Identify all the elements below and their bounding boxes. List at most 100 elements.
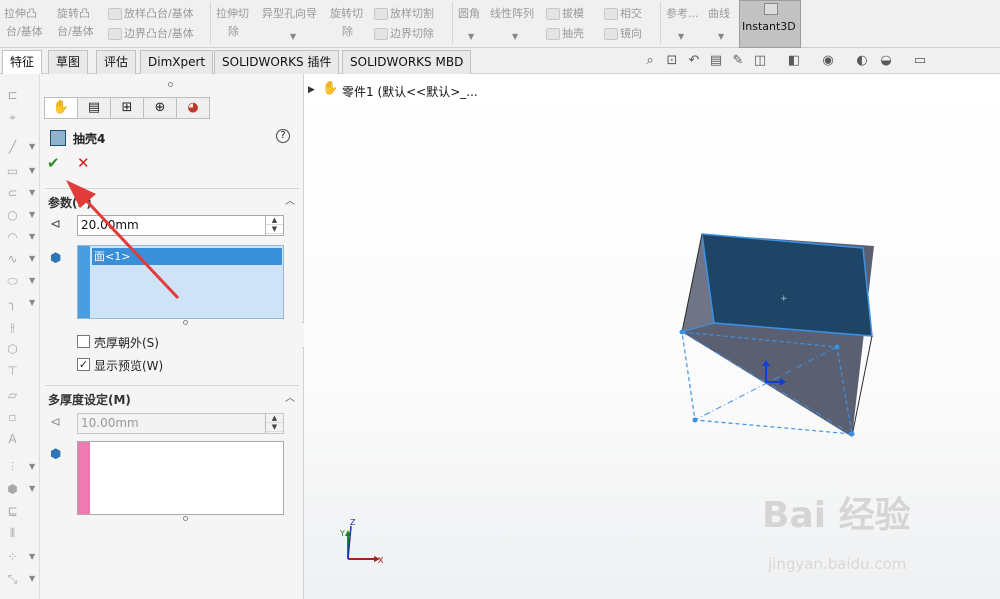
boundary-boss-button[interactable]: 边界凸台/基体 bbox=[108, 24, 194, 44]
revolved-boss-button[interactable]: 旋转凸 bbox=[57, 4, 90, 24]
reference-geometry-button[interactable]: 参考... bbox=[666, 4, 699, 24]
construction-icon[interactable]: ▫ bbox=[4, 410, 21, 424]
linear-sketch-pattern-icon[interactable]: ⁘ bbox=[4, 550, 21, 564]
chevron-down-icon[interactable]: ▼ bbox=[29, 142, 35, 151]
instant3d-button[interactable]: Instant3D bbox=[739, 0, 801, 48]
chevron-down-icon[interactable]: ▼ bbox=[29, 232, 35, 241]
chevron-down-icon[interactable]: ▼ bbox=[29, 552, 35, 561]
tab-features[interactable]: 特征 bbox=[2, 50, 43, 74]
extruded-boss-button[interactable]: 拉伸凸 bbox=[4, 4, 37, 24]
ellipse-icon[interactable]: ⬭ bbox=[4, 274, 21, 288]
tab-feature-manager[interactable]: ✋ bbox=[44, 97, 78, 119]
slot-icon[interactable]: ⊂ bbox=[4, 186, 21, 200]
line-icon[interactable]: ⊏ bbox=[4, 88, 21, 102]
chevron-down-icon[interactable]: ▼ bbox=[29, 254, 35, 263]
text-icon[interactable]: A bbox=[4, 432, 21, 446]
chevron-down-icon[interactable]: ▼ bbox=[29, 276, 35, 285]
chevron-down-icon[interactable]: ▼ bbox=[290, 32, 296, 41]
chevron-down-icon[interactable]: ▼ bbox=[512, 32, 518, 41]
multi-thickness-faces-list[interactable] bbox=[77, 441, 284, 515]
convert-entities-icon[interactable]: ⬢ bbox=[4, 482, 21, 496]
chevron-up-icon[interactable]: ︿ bbox=[285, 192, 295, 207]
chevron-down-icon[interactable]: ▼ bbox=[29, 574, 35, 583]
fillet-button[interactable]: 圆角 bbox=[458, 4, 480, 24]
linear-pattern-button[interactable]: 线性阵列 bbox=[490, 4, 534, 24]
chevron-down-icon[interactable]: ▼ bbox=[29, 166, 35, 175]
arc-icon[interactable]: ◠ bbox=[4, 230, 21, 244]
chevron-down-icon[interactable]: ▼ bbox=[678, 32, 684, 41]
shell-outward-checkbox[interactable] bbox=[77, 335, 90, 348]
chevron-down-icon[interactable]: ▼ bbox=[718, 32, 724, 41]
lofted-cut-button[interactable]: 放样切割 bbox=[374, 4, 434, 24]
spin-up-icon[interactable]: ▲ bbox=[266, 216, 283, 225]
thickness-spinner[interactable]: ▲ ▼ bbox=[265, 216, 283, 235]
sketch-line-icon[interactable]: ╱ bbox=[4, 140, 21, 154]
chevron-up-icon[interactable]: ︿ bbox=[285, 389, 295, 404]
tab-sketch[interactable]: 草图 bbox=[48, 50, 89, 74]
lofted-boss-button[interactable]: 放样凸台/基体 bbox=[108, 4, 194, 24]
multi-thickness-group-header[interactable]: 多厚度设定(M) ︿ bbox=[45, 385, 299, 407]
multi-thickness-spinner[interactable]: ▲ ▼ bbox=[265, 414, 283, 433]
list-resize-handle[interactable] bbox=[183, 320, 188, 325]
chevron-down-icon[interactable]: ▼ bbox=[29, 462, 35, 471]
view-settings-icon[interactable]: ▭ bbox=[912, 53, 928, 69]
multi-thickness-input[interactable]: 10.00mm bbox=[77, 413, 284, 434]
polygon-icon[interactable]: ⬡ bbox=[4, 342, 21, 356]
tab-dimxpert-manager[interactable]: ⊕ bbox=[143, 97, 177, 119]
tab-solidworks-mbd[interactable]: SOLIDWORKS MBD bbox=[342, 50, 472, 74]
mirror-entities-icon[interactable]: ⫴ bbox=[4, 526, 21, 540]
apply-scene-icon[interactable]: ◒ bbox=[878, 53, 894, 69]
tab-evaluate[interactable]: 评估 bbox=[96, 50, 137, 74]
spin-down-icon[interactable]: ▼ bbox=[266, 225, 283, 234]
revolved-cut-button[interactable]: 旋转切 bbox=[330, 4, 363, 24]
fillet-sketch-icon[interactable]: ╮ bbox=[4, 296, 21, 310]
tab-configuration-manager[interactable]: ⊞ bbox=[110, 97, 144, 119]
parameters-group-header[interactable]: 参数(P) ︿ bbox=[45, 188, 299, 210]
tab-solidworks-addins[interactable]: SOLIDWORKS 插件 bbox=[214, 50, 340, 74]
offset-entities-icon[interactable]: ⊑ bbox=[4, 504, 21, 518]
rectangle-icon[interactable]: ▭ bbox=[4, 164, 21, 178]
tab-display-manager[interactable]: ◕ bbox=[176, 97, 210, 119]
spin-up-icon[interactable]: ▲ bbox=[266, 414, 283, 423]
chevron-down-icon[interactable]: ▼ bbox=[29, 484, 35, 493]
tab-dimxpert[interactable]: DimXpert bbox=[140, 50, 214, 74]
help-icon[interactable]: ? bbox=[276, 129, 290, 143]
list-resize-handle[interactable] bbox=[183, 516, 188, 521]
hide-show-items-icon[interactable]: ◉ bbox=[820, 53, 836, 69]
zoom-to-area-icon[interactable]: ⊡ bbox=[664, 53, 680, 69]
chevron-down-icon[interactable]: ▼ bbox=[29, 298, 35, 307]
move-entities-icon[interactable]: ⤡ bbox=[4, 572, 21, 586]
extruded-cut-button[interactable]: 拉伸切 bbox=[216, 4, 249, 24]
view-orientation-icon[interactable]: ◫ bbox=[752, 53, 768, 69]
panel-resize-handle[interactable] bbox=[168, 82, 173, 87]
list-item[interactable]: 面<1> bbox=[92, 248, 282, 265]
spin-down-icon[interactable]: ▼ bbox=[266, 423, 283, 432]
point-icon[interactable]: ⊤ bbox=[4, 364, 21, 378]
box-top-face[interactable] bbox=[702, 234, 872, 336]
chevron-down-icon[interactable]: ▼ bbox=[468, 32, 474, 41]
shell-button[interactable]: 抽壳 bbox=[546, 24, 584, 44]
section-view-icon[interactable]: ▤ bbox=[708, 53, 724, 69]
draft-button[interactable]: 拔模 bbox=[546, 4, 584, 24]
chevron-down-icon[interactable]: ▼ bbox=[29, 210, 35, 219]
zoom-to-fit-icon[interactable]: ⌕ bbox=[642, 53, 658, 69]
dynamic-annotation-icon[interactable]: ✎ bbox=[730, 53, 746, 69]
spline-icon[interactable]: ∿ bbox=[4, 252, 21, 266]
edit-appearance-icon[interactable]: ◐ bbox=[854, 53, 870, 69]
show-preview-checkbox[interactable]: ✓ bbox=[77, 358, 90, 371]
faces-to-remove-list[interactable]: 面<1> bbox=[77, 245, 284, 319]
intersect-button[interactable]: 相交 bbox=[604, 4, 642, 24]
curves-button[interactable]: 曲线 bbox=[708, 4, 730, 24]
circle-icon[interactable]: ○ bbox=[4, 208, 21, 222]
trim-entities-icon[interactable]: ⫶ bbox=[4, 460, 21, 474]
boundary-cut-button[interactable]: 边界切除 bbox=[374, 24, 434, 44]
chevron-down-icon[interactable]: ▼ bbox=[29, 188, 35, 197]
previous-view-icon[interactable]: ↶ bbox=[686, 53, 702, 69]
mirror-button[interactable]: 镜向 bbox=[604, 24, 642, 44]
tab-property-manager[interactable]: ▤ bbox=[77, 97, 111, 119]
centerline-icon[interactable]: ⫲ bbox=[4, 320, 21, 334]
thickness-input[interactable]: 20.00mm bbox=[77, 215, 284, 236]
smart-dimension-icon[interactable]: ⌖ bbox=[4, 110, 21, 124]
display-style-icon[interactable]: ◧ bbox=[786, 53, 802, 69]
plane-icon[interactable]: ▱ bbox=[4, 388, 21, 402]
